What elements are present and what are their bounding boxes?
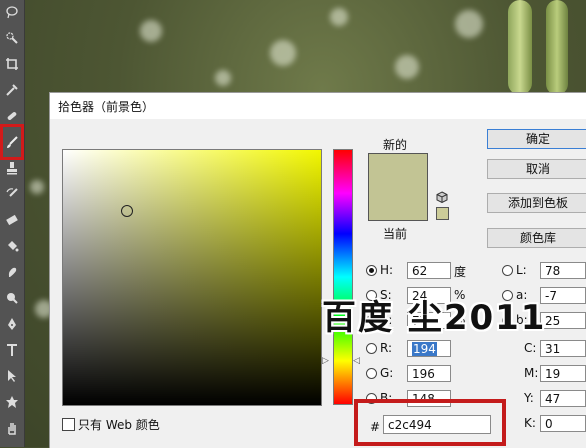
shape-icon[interactable] — [2, 392, 22, 412]
cancel-button[interactable]: 取消 — [487, 159, 586, 179]
lab-a-input[interactable]: -7 — [540, 287, 586, 304]
web-colors-only-label: 只有 Web 颜色 — [78, 418, 160, 432]
ok-button[interactable]: 确定 — [487, 129, 586, 149]
bokeh-light — [215, 70, 231, 86]
green-label: G: — [380, 366, 394, 380]
dialog-titlebar[interactable]: 拾色器（前景色） — [50, 93, 586, 119]
dialog-title: 拾色器（前景色） — [58, 100, 155, 114]
brush-tool-highlight — [0, 124, 24, 160]
eyedropper-icon[interactable] — [2, 80, 22, 100]
red-value-selected: 194 — [412, 342, 437, 356]
current-color-label: 当前 — [383, 227, 408, 241]
new-color-label: 新的 — [383, 138, 408, 152]
hue-input[interactable]: 62 — [407, 262, 451, 279]
type-icon[interactable] — [2, 340, 22, 360]
color-picker-cursor[interactable] — [121, 205, 133, 217]
lab-l-input[interactable]: 78 — [540, 262, 586, 279]
cyan-input[interactable]: 31 — [540, 340, 586, 357]
yellow-input[interactable]: 47 — [540, 390, 586, 407]
black-input[interactable]: 0 — [540, 415, 586, 432]
bokeh-light — [30, 180, 44, 194]
lab-l-label: L: — [516, 263, 527, 277]
bokeh-light — [455, 10, 483, 38]
color-field[interactable] — [62, 149, 322, 406]
hex-highlight-box — [354, 399, 506, 446]
lab-l-radio[interactable] — [502, 265, 513, 276]
plant-stem — [508, 0, 532, 95]
clone-stamp-icon[interactable] — [2, 158, 22, 178]
yellow-label: Y: — [524, 391, 534, 405]
color-picker-dialog: 拾色器（前景色） ▷ ◁ 新的 当前 确定 取消 添加到色板 颜色库 H: 62… — [49, 92, 586, 448]
green-radio[interactable] — [366, 368, 377, 379]
bokeh-light — [395, 55, 419, 79]
plant-stem — [546, 0, 568, 95]
hue-label: H: — [380, 263, 394, 277]
bokeh-light — [270, 40, 296, 66]
path-select-icon[interactable] — [2, 366, 22, 386]
cyan-label: C: — [524, 341, 537, 355]
hue-slider-left-arrow-icon[interactable]: ▷ — [322, 356, 329, 366]
lab-b-input[interactable]: 25 — [540, 312, 586, 329]
green-input[interactable]: 196 — [407, 365, 451, 382]
smudge-icon[interactable] — [2, 262, 22, 282]
hue-slider-right-arrow-icon[interactable]: ◁ — [353, 356, 360, 366]
magenta-input[interactable]: 19 — [540, 365, 586, 382]
watermark-text: 百度 尘2011 — [322, 298, 547, 338]
hand-icon[interactable] — [2, 418, 22, 438]
hue-radio[interactable] — [366, 265, 377, 276]
tools-panel — [0, 0, 25, 447]
bokeh-light — [140, 20, 162, 42]
red-radio[interactable] — [366, 343, 377, 354]
out-of-gamut-cube-icon[interactable] — [436, 191, 448, 203]
new-current-swatch — [368, 153, 428, 221]
history-brush-icon[interactable] — [2, 184, 22, 204]
red-label: R: — [380, 341, 393, 355]
pen-icon[interactable] — [2, 314, 22, 334]
hue-slider[interactable] — [333, 149, 353, 405]
bokeh-light — [330, 8, 348, 26]
healing-brush-icon[interactable] — [2, 106, 22, 126]
dodge-icon[interactable] — [2, 288, 22, 308]
black-label: K: — [524, 416, 536, 430]
add-to-swatches-button[interactable]: 添加到色板 — [487, 193, 586, 213]
paint-bucket-icon[interactable] — [2, 236, 22, 256]
web-colors-only-checkbox[interactable] — [62, 418, 75, 431]
magenta-label: M: — [524, 366, 539, 380]
red-input[interactable]: 194 — [407, 340, 451, 357]
lasso-icon[interactable] — [2, 2, 22, 22]
eraser-icon[interactable] — [2, 210, 22, 230]
hue-unit: 度 — [454, 265, 467, 279]
web-safe-swatch[interactable] — [436, 207, 449, 220]
color-libraries-button[interactable]: 颜色库 — [487, 228, 586, 248]
quick-select-icon[interactable] — [2, 28, 22, 48]
crop-icon[interactable] — [2, 54, 22, 74]
